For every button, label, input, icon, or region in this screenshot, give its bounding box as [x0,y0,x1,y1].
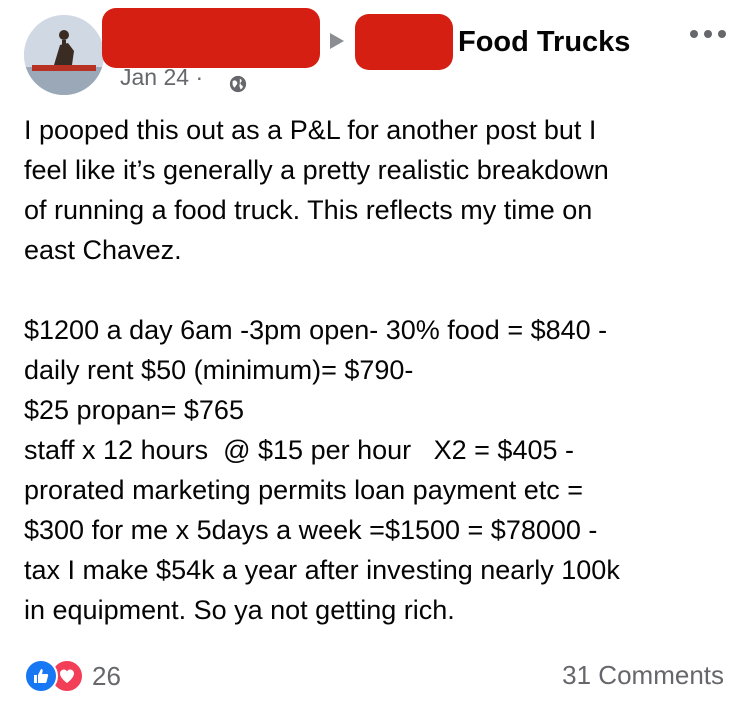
post-line: $300 for me x 5days a week =$1500 = $780… [24,515,598,545]
post-line: $1200 a day 6am -3pm open- 30% food = $8… [24,315,608,345]
reaction-count: 26 [92,660,121,691]
reactions-summary[interactable]: 26 [24,656,121,696]
post-line: feel like it’s generally a pretty realis… [24,155,609,185]
comments-count-link[interactable]: 31 Comments [562,660,724,691]
post-timestamp[interactable]: Jan 24 · [120,64,203,91]
more-options-icon[interactable] [688,28,728,40]
post-line: $25 propan= $765 [24,395,244,425]
facebook-post: Food Trucks Jan 24 · I pooped this out a… [0,0,750,707]
avatar[interactable] [24,15,104,95]
post-line: in equipment. So ya not getting rich. [24,595,455,625]
post-line: east Chavez. [24,235,182,265]
post-line: prorated marketing permits loan payment … [24,475,584,505]
post-line: staff x 12 hours @ $15 per hour X2 = $40… [24,435,574,465]
like-icon [24,659,58,693]
group-name-link[interactable]: Food Trucks [458,26,630,59]
redacted-author-name [102,8,320,68]
globe-icon [229,75,247,93]
post-line: tax I make $54k a year after investing n… [24,555,620,585]
avatar-image [24,15,104,95]
redacted-text [355,14,453,70]
post-body: I pooped this out as a P&L for another p… [24,110,740,630]
arrow-right-icon [330,33,344,49]
post-line: of running a food truck. This reflects m… [24,195,593,225]
post-line: daily rent $50 (minimum)= $790- [24,355,414,385]
post-line: I pooped this out as a P&L for another p… [24,115,597,145]
